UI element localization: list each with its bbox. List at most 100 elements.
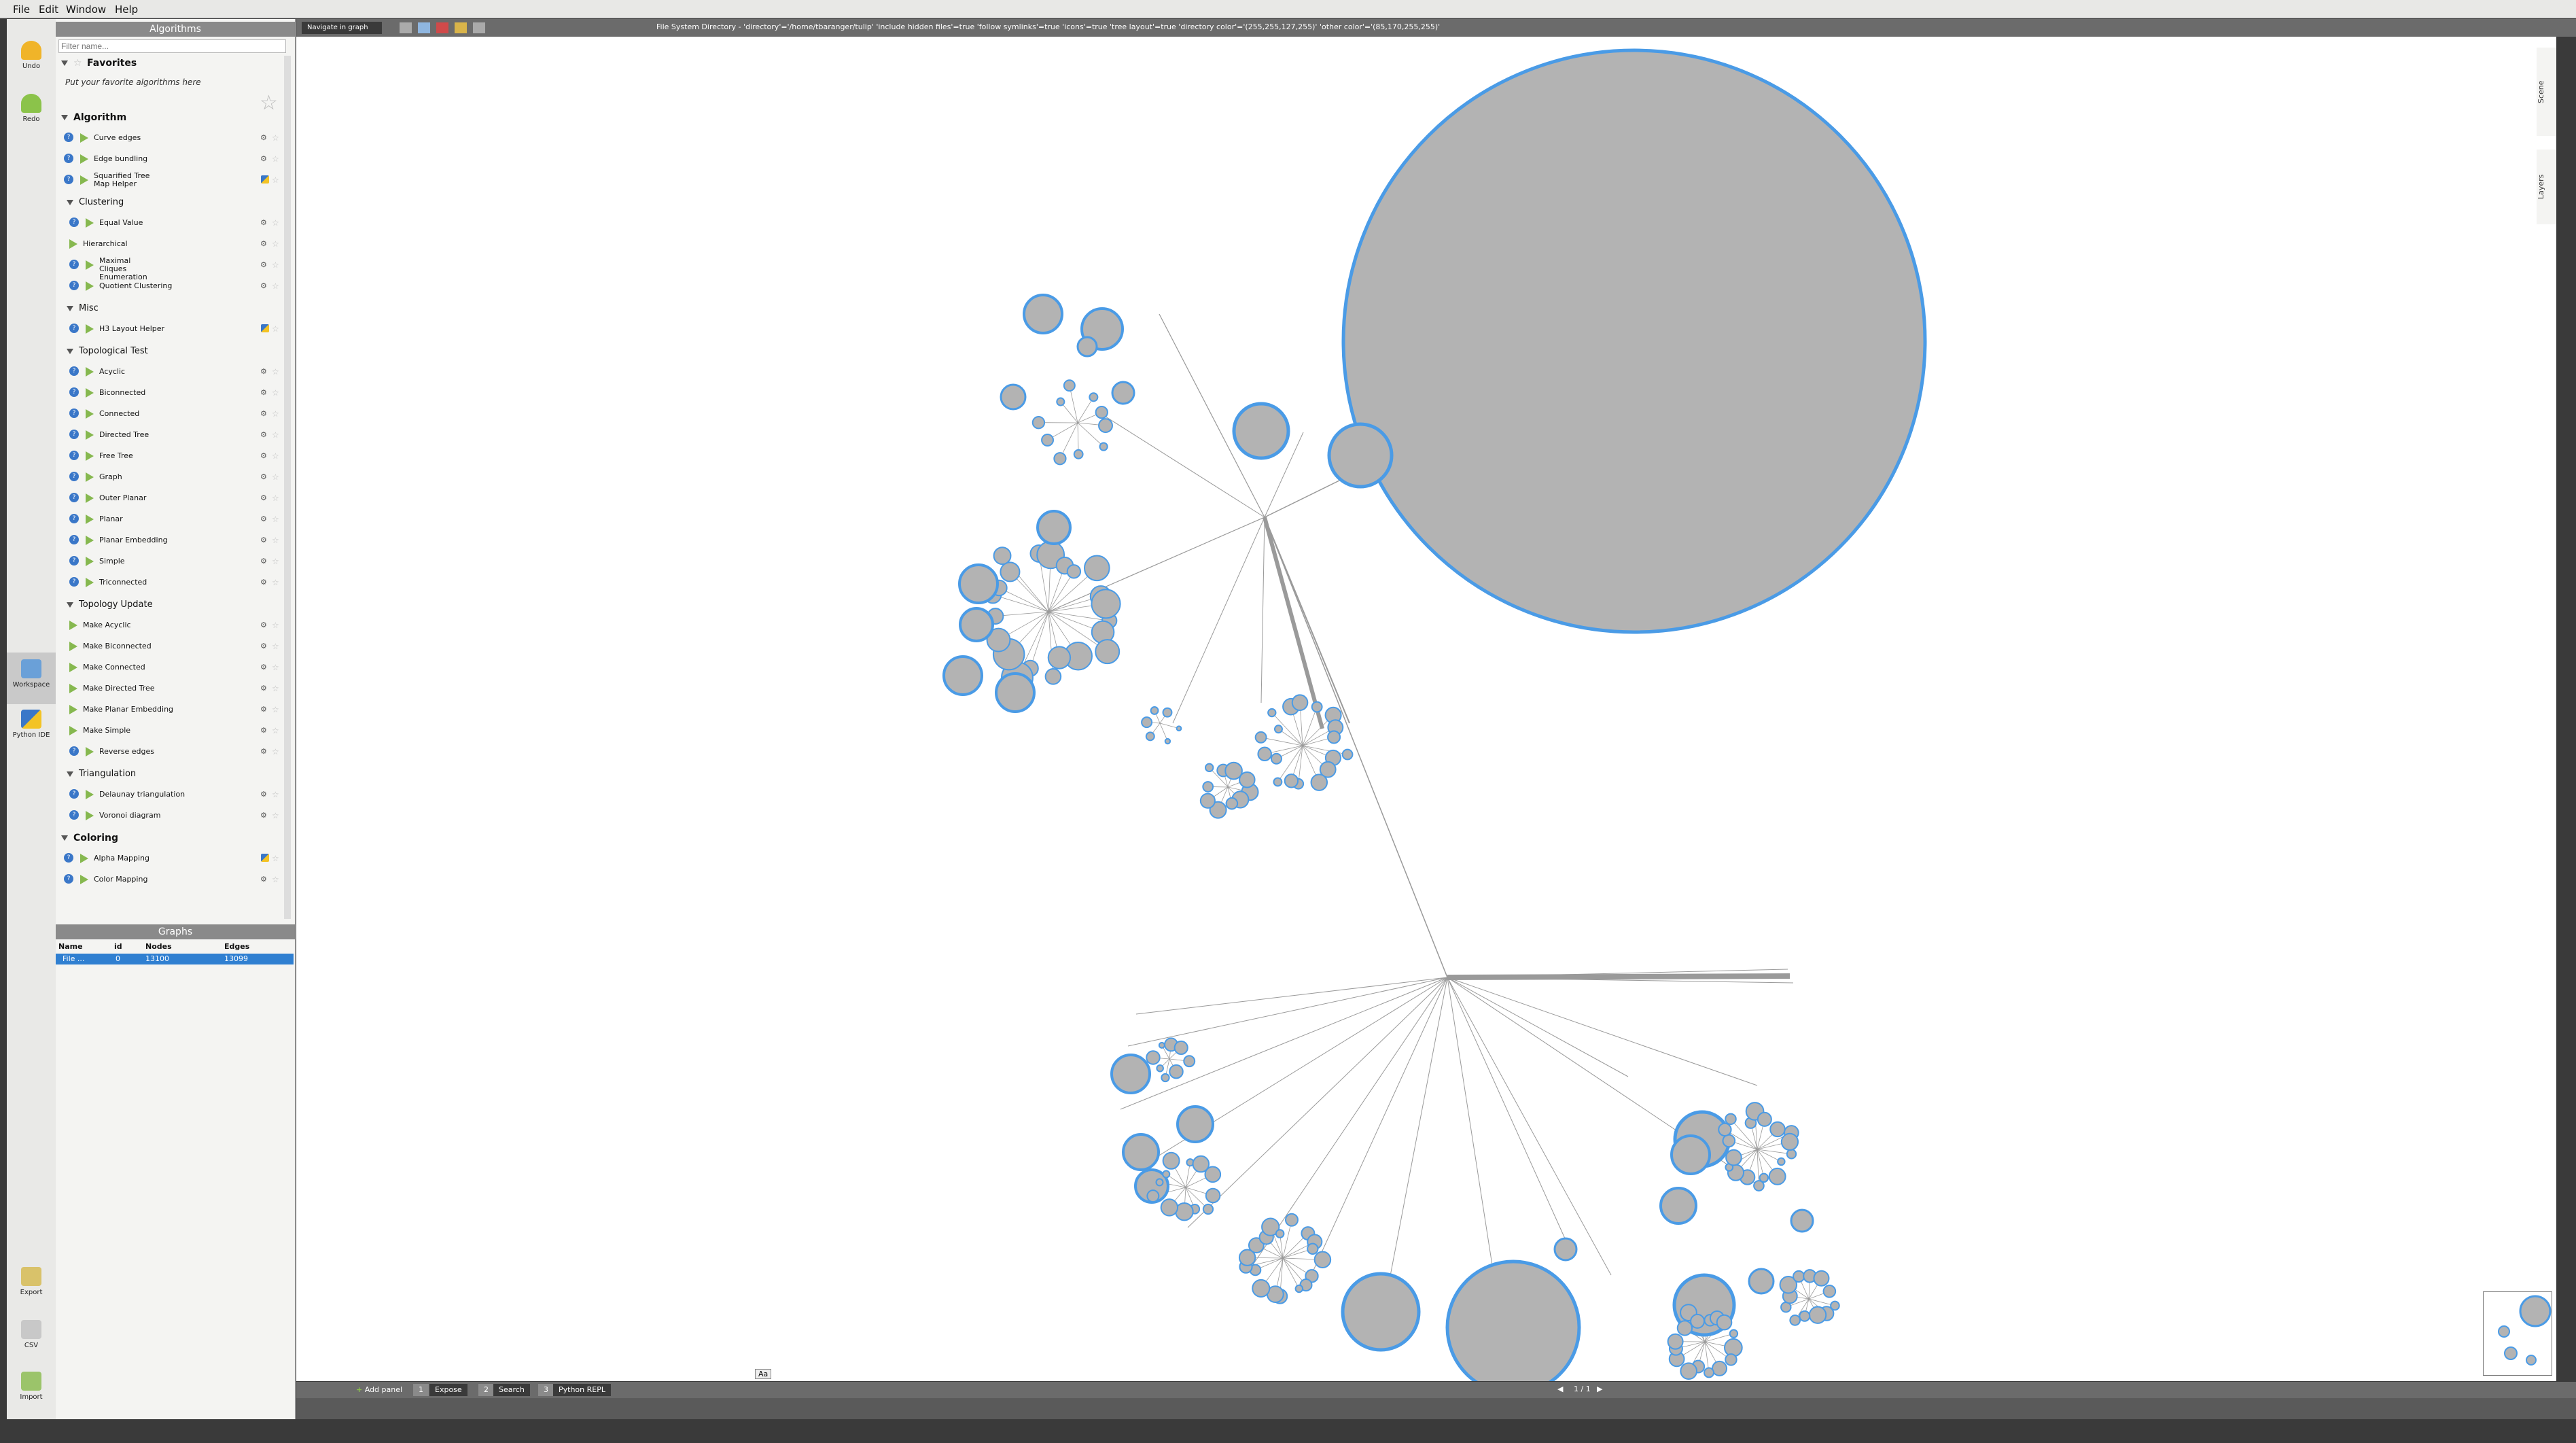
settings-icon[interactable]: ⚙ xyxy=(260,468,270,486)
next-page-icon[interactable]: ▶ xyxy=(1597,1385,1602,1393)
favorite-star-icon[interactable]: ☆ xyxy=(272,214,281,232)
menu-help[interactable]: Help xyxy=(115,3,138,16)
info-icon[interactable]: ? xyxy=(69,493,79,502)
run-icon[interactable] xyxy=(86,790,94,799)
info-icon[interactable]: ? xyxy=(69,535,79,544)
favorite-star-icon[interactable]: ☆ xyxy=(272,447,281,465)
info-icon[interactable]: ? xyxy=(64,874,73,884)
run-icon[interactable] xyxy=(86,557,94,566)
info-icon[interactable]: ? xyxy=(69,260,79,269)
menu-edit[interactable]: Edit xyxy=(39,3,58,16)
info-icon[interactable]: ? xyxy=(69,556,79,566)
prev-page-icon[interactable]: ◀ xyxy=(1557,1385,1563,1393)
run-icon[interactable] xyxy=(86,281,94,291)
favorite-star-icon[interactable]: ☆ xyxy=(272,468,281,486)
settings-icon[interactable]: ⚙ xyxy=(260,510,270,528)
run-icon[interactable] xyxy=(69,663,77,672)
col-name[interactable]: Name xyxy=(58,942,83,952)
algorithm-item[interactable]: ? Alpha Mapping ☆ xyxy=(56,850,284,867)
search-button[interactable]: Search xyxy=(493,1384,530,1396)
undo-button[interactable]: Undo xyxy=(7,41,56,70)
col-nodes[interactable]: Nodes xyxy=(145,942,172,952)
graph-drawing[interactable] xyxy=(296,37,2556,1395)
favorite-star-icon[interactable]: ☆ xyxy=(272,363,281,381)
run-icon[interactable] xyxy=(80,154,88,164)
tool-icon[interactable] xyxy=(418,22,431,33)
category-algorithm[interactable]: Algorithm xyxy=(56,109,284,126)
run-icon[interactable] xyxy=(86,409,94,419)
algorithm-item[interactable]: ? Edge bundling ⚙ ☆ xyxy=(56,150,284,168)
panel-number-1[interactable]: 1 xyxy=(413,1384,429,1396)
category-triangulation[interactable]: Triangulation xyxy=(56,765,284,783)
info-icon[interactable]: ? xyxy=(69,281,79,290)
python-repl-button[interactable]: Python REPL xyxy=(553,1384,611,1396)
python-ide-button[interactable]: Python IDE xyxy=(7,710,56,739)
run-icon[interactable] xyxy=(80,133,88,143)
redo-button[interactable]: Redo xyxy=(7,94,56,123)
favorite-star-icon[interactable]: ☆ xyxy=(272,701,281,718)
info-icon[interactable]: ? xyxy=(64,853,73,863)
settings-icon[interactable]: ⚙ xyxy=(260,807,270,824)
info-icon[interactable]: ? xyxy=(69,514,79,523)
settings-icon[interactable]: ⚙ xyxy=(260,553,270,570)
run-icon[interactable] xyxy=(86,260,94,270)
run-icon[interactable] xyxy=(69,726,77,735)
settings-icon[interactable]: ⚙ xyxy=(260,363,270,381)
algorithm-item[interactable]: ? Triconnected ⚙ ☆ xyxy=(56,574,284,591)
algorithm-item[interactable]: ? Maximal Cliques Enumeration ⚙ ☆ xyxy=(56,256,284,281)
tool-icon[interactable] xyxy=(436,22,449,33)
favorites-header[interactable]: ☆ Favorites xyxy=(56,54,284,72)
info-icon[interactable]: ? xyxy=(64,175,73,184)
menu-window[interactable]: Window xyxy=(66,3,106,16)
navigate-button[interactable]: Navigate in graph xyxy=(302,22,382,34)
favorite-star-icon[interactable]: ☆ xyxy=(272,320,281,338)
algorithm-item[interactable]: ? Biconnected ⚙ ☆ xyxy=(56,384,284,402)
algorithm-filter-input[interactable] xyxy=(58,39,286,53)
info-icon[interactable]: ? xyxy=(69,366,79,376)
settings-icon[interactable]: ⚙ xyxy=(260,277,270,295)
category-misc[interactable]: Misc xyxy=(56,300,284,317)
algorithm-item[interactable]: ? Outer Planar ⚙ ☆ xyxy=(56,489,284,507)
graph-canvas[interactable]: Scene Layers Aa xyxy=(296,37,2556,1395)
info-icon[interactable]: ? xyxy=(69,451,79,460)
favorite-star-icon[interactable]: ☆ xyxy=(272,510,281,528)
info-icon[interactable]: ? xyxy=(69,430,79,439)
algorithm-item[interactable]: ? Voronoi diagram ⚙ ☆ xyxy=(56,807,284,824)
run-icon[interactable] xyxy=(69,239,77,249)
favorite-star-icon[interactable]: ☆ xyxy=(272,150,281,168)
algorithm-item[interactable]: ? Graph ⚙ ☆ xyxy=(56,468,284,486)
col-edges[interactable]: Edges xyxy=(224,942,249,952)
algorithm-item[interactable]: Make Acyclic ⚙ ☆ xyxy=(56,616,284,634)
settings-icon[interactable]: ⚙ xyxy=(260,659,270,676)
info-icon[interactable]: ? xyxy=(64,133,73,142)
import-button[interactable]: Import xyxy=(7,1372,56,1401)
settings-icon[interactable]: ⚙ xyxy=(260,489,270,507)
expose-button[interactable]: Expose xyxy=(429,1384,467,1396)
run-icon[interactable] xyxy=(86,515,94,524)
settings-icon[interactable]: ⚙ xyxy=(260,235,270,253)
settings-icon[interactable]: ⚙ xyxy=(260,150,270,168)
favorite-star-icon[interactable]: ☆ xyxy=(272,532,281,549)
font-button[interactable]: Aa xyxy=(755,1369,772,1379)
run-icon[interactable] xyxy=(69,642,77,651)
run-icon[interactable] xyxy=(80,875,88,884)
menu-file[interactable]: File xyxy=(13,3,30,16)
info-icon[interactable]: ? xyxy=(64,154,73,163)
favorite-star-icon[interactable]: ☆ xyxy=(272,277,281,295)
run-icon[interactable] xyxy=(80,175,88,185)
panel-number-2[interactable]: 2 xyxy=(478,1384,494,1396)
favorite-star-icon[interactable]: ☆ xyxy=(272,659,281,676)
info-icon[interactable]: ? xyxy=(69,324,79,333)
layers-tab[interactable]: Layers xyxy=(2537,150,2556,224)
settings-icon[interactable]: ⚙ xyxy=(260,384,270,402)
graph-row[interactable]: File ... 0 13100 13099 xyxy=(56,954,294,964)
algorithm-item[interactable]: Make Biconnected ⚙ ☆ xyxy=(56,638,284,655)
info-icon[interactable]: ? xyxy=(69,746,79,756)
settings-icon[interactable]: ⚙ xyxy=(260,871,270,888)
favorite-star-icon[interactable]: ☆ xyxy=(272,489,281,507)
minimap[interactable] xyxy=(2483,1291,2552,1376)
favorite-star-icon[interactable]: ☆ xyxy=(272,129,281,147)
favorite-star-icon[interactable]: ☆ xyxy=(272,384,281,402)
export-button[interactable]: Export xyxy=(7,1267,56,1296)
algorithm-item[interactable]: Make Connected ⚙ ☆ xyxy=(56,659,284,676)
